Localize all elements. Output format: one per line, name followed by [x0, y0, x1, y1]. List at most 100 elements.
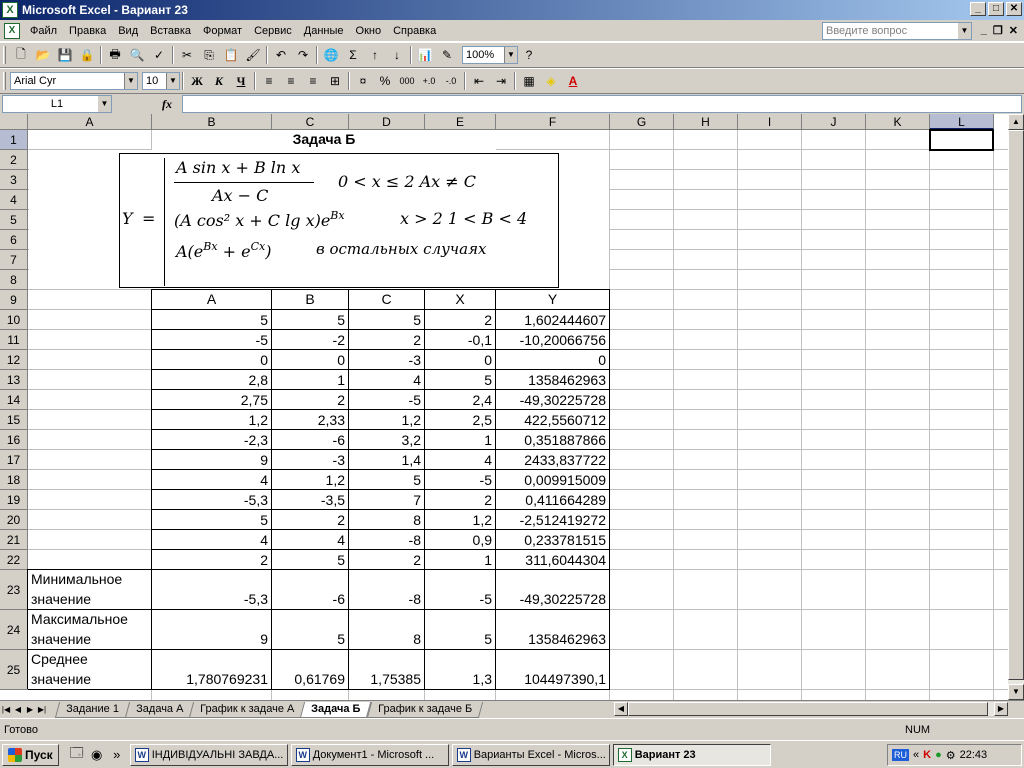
update-icon[interactable]: ⚙: [946, 749, 956, 762]
print-preview-icon[interactable]: 🔍: [126, 44, 148, 66]
bold-button[interactable]: Ж: [186, 70, 208, 92]
chevron-down-icon[interactable]: ▼: [98, 96, 111, 112]
toolbar-grip[interactable]: [3, 46, 6, 64]
table-cell[interactable]: 1,2: [425, 511, 495, 529]
media-player-icon[interactable]: ◉: [87, 745, 107, 765]
table-cell[interactable]: 2: [425, 491, 495, 509]
name-box[interactable]: L1 ▼: [2, 95, 112, 113]
sheet-tab-zadanie-1[interactable]: Задание 1: [54, 701, 130, 718]
row-header-7[interactable]: 7: [0, 250, 28, 270]
table-cell[interactable]: 2,75: [152, 391, 271, 409]
next-sheet-icon[interactable]: ▶: [24, 703, 36, 717]
align-left-icon[interactable]: ≡: [258, 70, 280, 92]
undo-icon[interactable]: ↶: [270, 44, 292, 66]
help-question-input[interactable]: Введите вопрос ▼: [822, 22, 972, 40]
stat-value[interactable]: -8: [349, 590, 424, 608]
last-sheet-icon[interactable]: ▶|: [36, 703, 48, 717]
taskbar-button-word-1[interactable]: W ІНДИВІДУАЛЬНІ ЗАВДА...: [129, 743, 288, 766]
table-cell[interactable]: 2: [272, 511, 348, 529]
table-cell[interactable]: -5: [425, 471, 495, 489]
close-button[interactable]: ✕: [1006, 2, 1022, 16]
taskbar-button-word-2[interactable]: W Документ1 - Microsoft ...: [290, 743, 449, 766]
chevron-down-icon[interactable]: ▼: [958, 23, 971, 39]
column-header-l[interactable]: L: [930, 114, 994, 130]
doc-close-button[interactable]: ✕: [1009, 24, 1018, 37]
row-header-23[interactable]: 23: [0, 570, 28, 610]
column-header-d[interactable]: D: [349, 114, 425, 130]
sort-descending-icon[interactable]: ↓: [386, 44, 408, 66]
copy-icon[interactable]: ⎘: [198, 44, 220, 66]
table-cell[interactable]: 5: [349, 311, 424, 329]
column-header-g[interactable]: G: [610, 114, 674, 130]
increase-indent-icon[interactable]: ⇥: [490, 70, 512, 92]
quicklaunch-chevron[interactable]: »: [107, 745, 127, 765]
row-header-9[interactable]: 9: [0, 290, 28, 310]
table-cell[interactable]: 0,351887866: [496, 431, 609, 449]
table-cell[interactable]: 2,5: [425, 411, 495, 429]
row-header-25[interactable]: 25: [0, 650, 28, 690]
doc-minimize-button[interactable]: _: [981, 24, 987, 37]
stat-value[interactable]: 5: [425, 630, 495, 648]
minimize-button[interactable]: _: [970, 2, 986, 16]
fill-color-icon[interactable]: ◈: [540, 70, 562, 92]
table-cell[interactable]: -2,512419272: [496, 511, 609, 529]
show-desktop-icon[interactable]: 🗔: [67, 745, 87, 765]
stat-value[interactable]: 9: [152, 630, 271, 648]
paste-icon[interactable]: 📋: [220, 44, 242, 66]
table-cell[interactable]: -10,20066756: [496, 331, 609, 349]
table-cell[interactable]: 5: [152, 311, 271, 329]
doc-restore-button[interactable]: ❐: [993, 24, 1003, 37]
menu-view[interactable]: Вид: [112, 22, 144, 40]
sheet-tab-zadacha-b[interactable]: Задача Б: [300, 701, 372, 718]
sheet-tab-grafik-b[interactable]: График к задаче Б: [366, 701, 483, 718]
sheet-tab-grafik-a[interactable]: График к задаче А: [188, 701, 306, 718]
language-indicator[interactable]: RU: [892, 749, 909, 761]
stat-value[interactable]: -5,3: [152, 590, 271, 608]
borders-icon[interactable]: ▦: [518, 70, 540, 92]
stat-value[interactable]: 5: [272, 630, 348, 648]
stat-label[interactable]: значение: [31, 670, 149, 688]
table-cell[interactable]: 4: [272, 531, 348, 549]
row-header-17[interactable]: 17: [0, 450, 28, 470]
table-cell[interactable]: 2: [349, 331, 424, 349]
column-header-e[interactable]: E: [425, 114, 496, 130]
percent-button[interactable]: %: [374, 70, 396, 92]
sort-ascending-icon[interactable]: ↑: [364, 44, 386, 66]
table-header-x[interactable]: X: [425, 290, 495, 309]
excel-app-icon[interactable]: X: [2, 2, 18, 18]
table-cell[interactable]: -6: [272, 431, 348, 449]
table-cell[interactable]: 0: [425, 351, 495, 369]
new-document-icon[interactable]: 🗋: [10, 44, 32, 66]
help-icon[interactable]: ?: [518, 44, 540, 66]
hyperlink-icon[interactable]: 🌐: [320, 44, 342, 66]
table-cell[interactable]: -5: [152, 331, 271, 349]
merge-center-icon[interactable]: ⊞: [324, 70, 346, 92]
table-cell[interactable]: 0,411664289: [496, 491, 609, 509]
decrease-decimal-icon[interactable]: -.0: [440, 70, 462, 92]
table-cell[interactable]: 2,4: [425, 391, 495, 409]
scroll-thumb[interactable]: [1008, 130, 1024, 680]
increase-decimal-icon[interactable]: +.0: [418, 70, 440, 92]
scroll-right-icon[interactable]: ▶: [994, 702, 1008, 716]
stat-value[interactable]: -6: [272, 590, 348, 608]
table-cell[interactable]: 1: [425, 431, 495, 449]
stat-value[interactable]: -49,30225728: [496, 590, 609, 608]
table-cell[interactable]: -3: [349, 351, 424, 369]
table-cell[interactable]: 0,9: [425, 531, 495, 549]
row-header-24[interactable]: 24: [0, 610, 28, 650]
font-size-select[interactable]: 10 ▼: [142, 72, 180, 90]
table-cell[interactable]: 5: [272, 551, 348, 569]
table-cell[interactable]: -5,3: [152, 491, 271, 509]
stat-label[interactable]: значение: [31, 630, 149, 648]
stat-value[interactable]: 1,75385: [349, 670, 424, 688]
row-header-21[interactable]: 21: [0, 530, 28, 550]
formula-equation-object[interactable]: Y = A sin x + B ln x Ax − C 0 < x ≤ 2 Ax…: [119, 153, 559, 288]
worksheet-grid[interactable]: A B C D E F G H I J K L 1 2 3 4 5 6 7 8 9 10 11 12 13 14 15 16 17 18 1…: [0, 114, 1008, 700]
table-cell[interactable]: 311,6044304: [496, 551, 609, 569]
font-name-select[interactable]: Arial Cyr ▼: [10, 72, 138, 90]
table-cell[interactable]: -2: [272, 331, 348, 349]
scroll-thumb[interactable]: [628, 702, 988, 716]
menu-edit[interactable]: Правка: [63, 22, 112, 40]
row-header-3[interactable]: 3: [0, 170, 28, 190]
row-header-1[interactable]: 1: [0, 130, 28, 150]
